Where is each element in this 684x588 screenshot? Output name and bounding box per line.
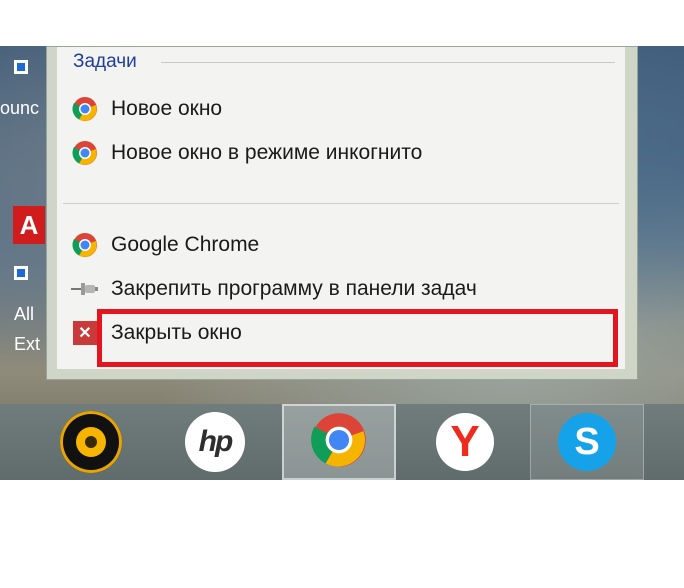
skype-icon: S [558, 413, 616, 471]
task-label: Новое окно в режиме инкогнито [111, 141, 423, 164]
taskbar-item-hp[interactable]: hp [158, 404, 272, 480]
app-google-chrome[interactable]: Google Chrome [71, 227, 611, 263]
shortcut-arrow-icon [14, 266, 28, 280]
jump-list: Задачи Новое окно Новое окно в режиме ин… [46, 46, 638, 380]
taskbar-item-webcam[interactable] [34, 404, 148, 480]
app-label: Google Chrome [111, 233, 260, 256]
taskbar-item-skype[interactable]: S [530, 404, 644, 480]
pdf-app-icon[interactable]: A [13, 206, 45, 244]
close-icon: ✕ [71, 319, 99, 347]
yandex-icon: Y [436, 413, 494, 471]
task-label: Новое окно [111, 97, 223, 120]
desktop-label[interactable]: ounc [0, 98, 39, 119]
app-label: Закрепить программу в панели задач [111, 277, 477, 300]
chrome-icon [310, 411, 368, 474]
jump-list-panel: Задачи Новое окно Новое окно в режиме ин… [57, 47, 625, 369]
hp-icon: hp [185, 412, 245, 472]
taskbar-item-chrome[interactable] [282, 404, 396, 480]
desktop-label[interactable]: All [14, 304, 34, 325]
taskbar: hp Y S [0, 404, 684, 480]
taskbar-item-yandex[interactable]: Y [408, 404, 522, 480]
section-divider [63, 203, 619, 204]
pin-icon [71, 275, 99, 303]
task-incognito-window[interactable]: Новое окно в режиме инкогнито [71, 135, 611, 171]
chrome-icon [71, 139, 99, 167]
tasks-header: Задачи [73, 51, 137, 72]
chrome-icon [71, 231, 99, 259]
highlight-frame [97, 309, 618, 367]
chrome-icon [71, 95, 99, 123]
webcam-icon [60, 411, 122, 473]
header-divider [161, 62, 615, 63]
pin-to-taskbar-item[interactable]: Закрепить программу в панели задач [71, 271, 611, 307]
desktop-label[interactable]: Ext [14, 334, 40, 355]
task-new-window[interactable]: Новое окно [71, 91, 611, 127]
shortcut-arrow-icon [14, 60, 28, 74]
